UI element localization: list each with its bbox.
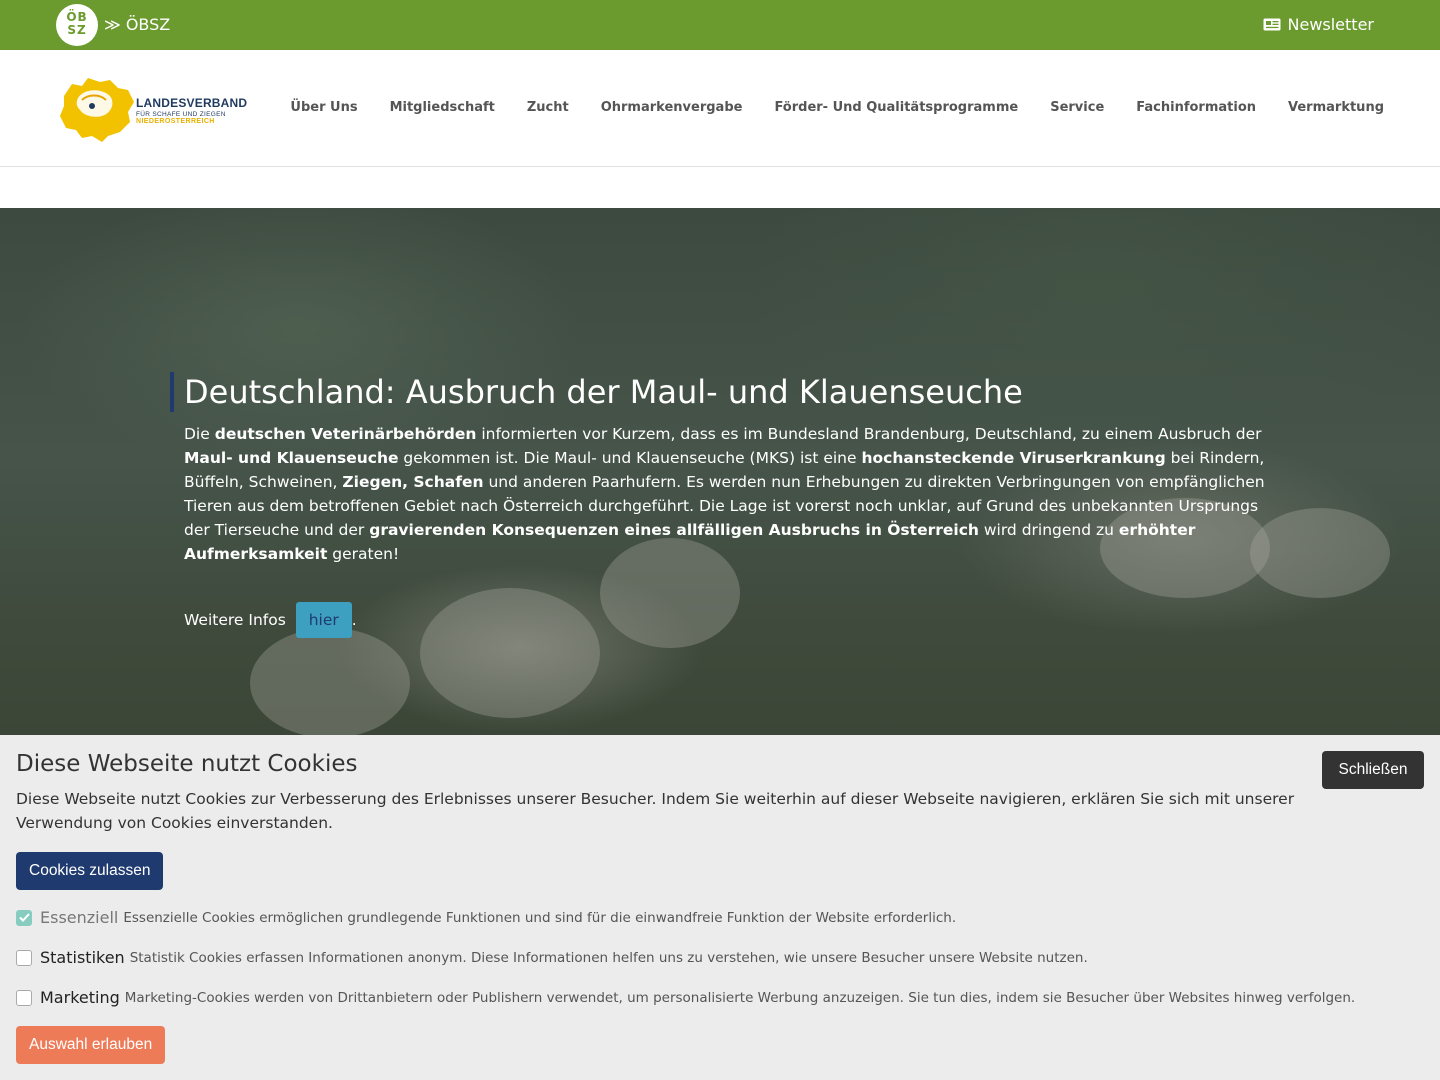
newsletter-label: Newsletter [1287, 15, 1375, 34]
site-header: LANDESVERBAND FÜR SCHAFE UND ZIEGEN NIED… [0, 50, 1440, 167]
text-run: informierten vor Kurzem, dass es im Bund… [476, 425, 1262, 443]
checkbox-statistics[interactable] [16, 949, 32, 966]
more-info-line: Weitere Infos hier . [170, 602, 1270, 638]
allow-cookies-button[interactable]: Cookies zulassen [16, 852, 164, 890]
bold-run: Maul- und Klauenseuche [184, 449, 399, 467]
nav-item-vermarktung[interactable]: Vermarktung [1288, 100, 1384, 115]
checkbox-essential[interactable] [16, 909, 32, 926]
close-button[interactable]: Schließen [1322, 751, 1424, 789]
nav-item-ueber-uns[interactable]: Über Uns [290, 100, 357, 115]
bold-run: hochansteckende Viruserkrankung [861, 449, 1166, 467]
badge-line-2: SZ [67, 23, 87, 37]
allow-selection-button[interactable]: Auswahl erlauben [16, 1026, 166, 1064]
newsletter-link[interactable]: Newsletter [1263, 15, 1375, 34]
bold-run: gravierenden Konsequenzen eines allfälli… [369, 521, 979, 539]
main-nav: Über Uns Mitgliedschaft Zucht Ohrmarkenv… [290, 100, 1384, 115]
newspaper-icon [1263, 18, 1280, 31]
option-description: Essenzielle Cookies ermöglichen grundleg… [123, 909, 957, 926]
nav-item-foerderprogramme[interactable]: Förder- Und Qualitätsprogramme [774, 100, 1018, 115]
site-logo[interactable]: LANDESVERBAND FÜR SCHAFE UND ZIEGEN NIED… [58, 76, 247, 142]
more-info-text: Weitere Infos [184, 611, 291, 629]
cookie-title: Diese Webseite nutzt Cookies [16, 751, 358, 777]
check-icon [18, 913, 30, 922]
logo-line-2: FÜR SCHAFE UND ZIEGEN [136, 111, 226, 118]
text-run: gekommen ist. Die Maul- und Klauenseuche… [398, 449, 862, 467]
option-description: Statistik Cookies erfassen Informationen… [129, 949, 1088, 966]
text-run: Die [184, 425, 215, 443]
cookie-banner: Diese Webseite nutzt Cookies Schließen D… [0, 735, 1440, 1080]
obsz-logo-badge[interactable]: ÖB SZ [56, 4, 98, 46]
bold-run: Ziegen, Schafen [342, 473, 484, 491]
hero-content: Deutschland: Ausbruch der Maul- und Klau… [170, 372, 1270, 638]
top-bar: ÖB SZ ≫ ÖBSZ Newsletter [0, 0, 1440, 50]
nav-item-ohrmarkenvergabe[interactable]: Ohrmarkenvergabe [601, 100, 743, 115]
text-run: geraten! [327, 545, 400, 563]
text-run: wird dringend zu [978, 521, 1119, 539]
cookie-description: Diese Webseite nutzt Cookies zur Verbess… [16, 790, 1295, 832]
cookie-option-marketing: Marketing Marketing-Cookies werden von D… [16, 988, 1355, 1007]
hero-title: Deutschland: Ausbruch der Maul- und Klau… [170, 372, 1270, 412]
checkbox-marketing[interactable] [16, 989, 32, 1006]
nav-item-zucht[interactable]: Zucht [527, 100, 569, 115]
more-info-button[interactable]: hier [295, 602, 352, 638]
bold-run: deutschen Veterinärbehörden [214, 425, 477, 443]
cookie-option-essential: Essenziell Essenzielle Cookies ermöglich… [16, 908, 956, 927]
option-description: Marketing-Cookies werden von Drittanbiet… [124, 989, 1356, 1006]
more-info-suffix: . [351, 611, 357, 629]
hero-banner: Deutschland: Ausbruch der Maul- und Klau… [0, 208, 1440, 768]
obsz-link[interactable]: ≫ ÖBSZ [104, 15, 170, 34]
nav-item-fachinformation[interactable]: Fachinformation [1136, 100, 1256, 115]
logo-line-3: NIEDERÖSTERREICH [136, 118, 215, 125]
option-label: Marketing [40, 988, 120, 1007]
cookie-option-statistics: Statistiken Statistik Cookies erfassen I… [16, 948, 1088, 967]
background-sheep [1250, 508, 1390, 598]
nav-item-mitgliedschaft[interactable]: Mitgliedschaft [390, 100, 495, 115]
logo-line-1: LANDESVERBAND [136, 96, 248, 110]
option-label: Essenziell [40, 908, 119, 927]
nav-item-service[interactable]: Service [1050, 100, 1104, 115]
hero-paragraph: Die deutschen Veterinärbehörden informie… [170, 422, 1270, 566]
option-label: Statistiken [40, 948, 125, 967]
lower-austria-map-icon [60, 78, 134, 142]
logo-text: LANDESVERBAND FÜR SCHAFE UND ZIEGEN NIED… [136, 96, 247, 125]
background-sheep [250, 628, 410, 738]
